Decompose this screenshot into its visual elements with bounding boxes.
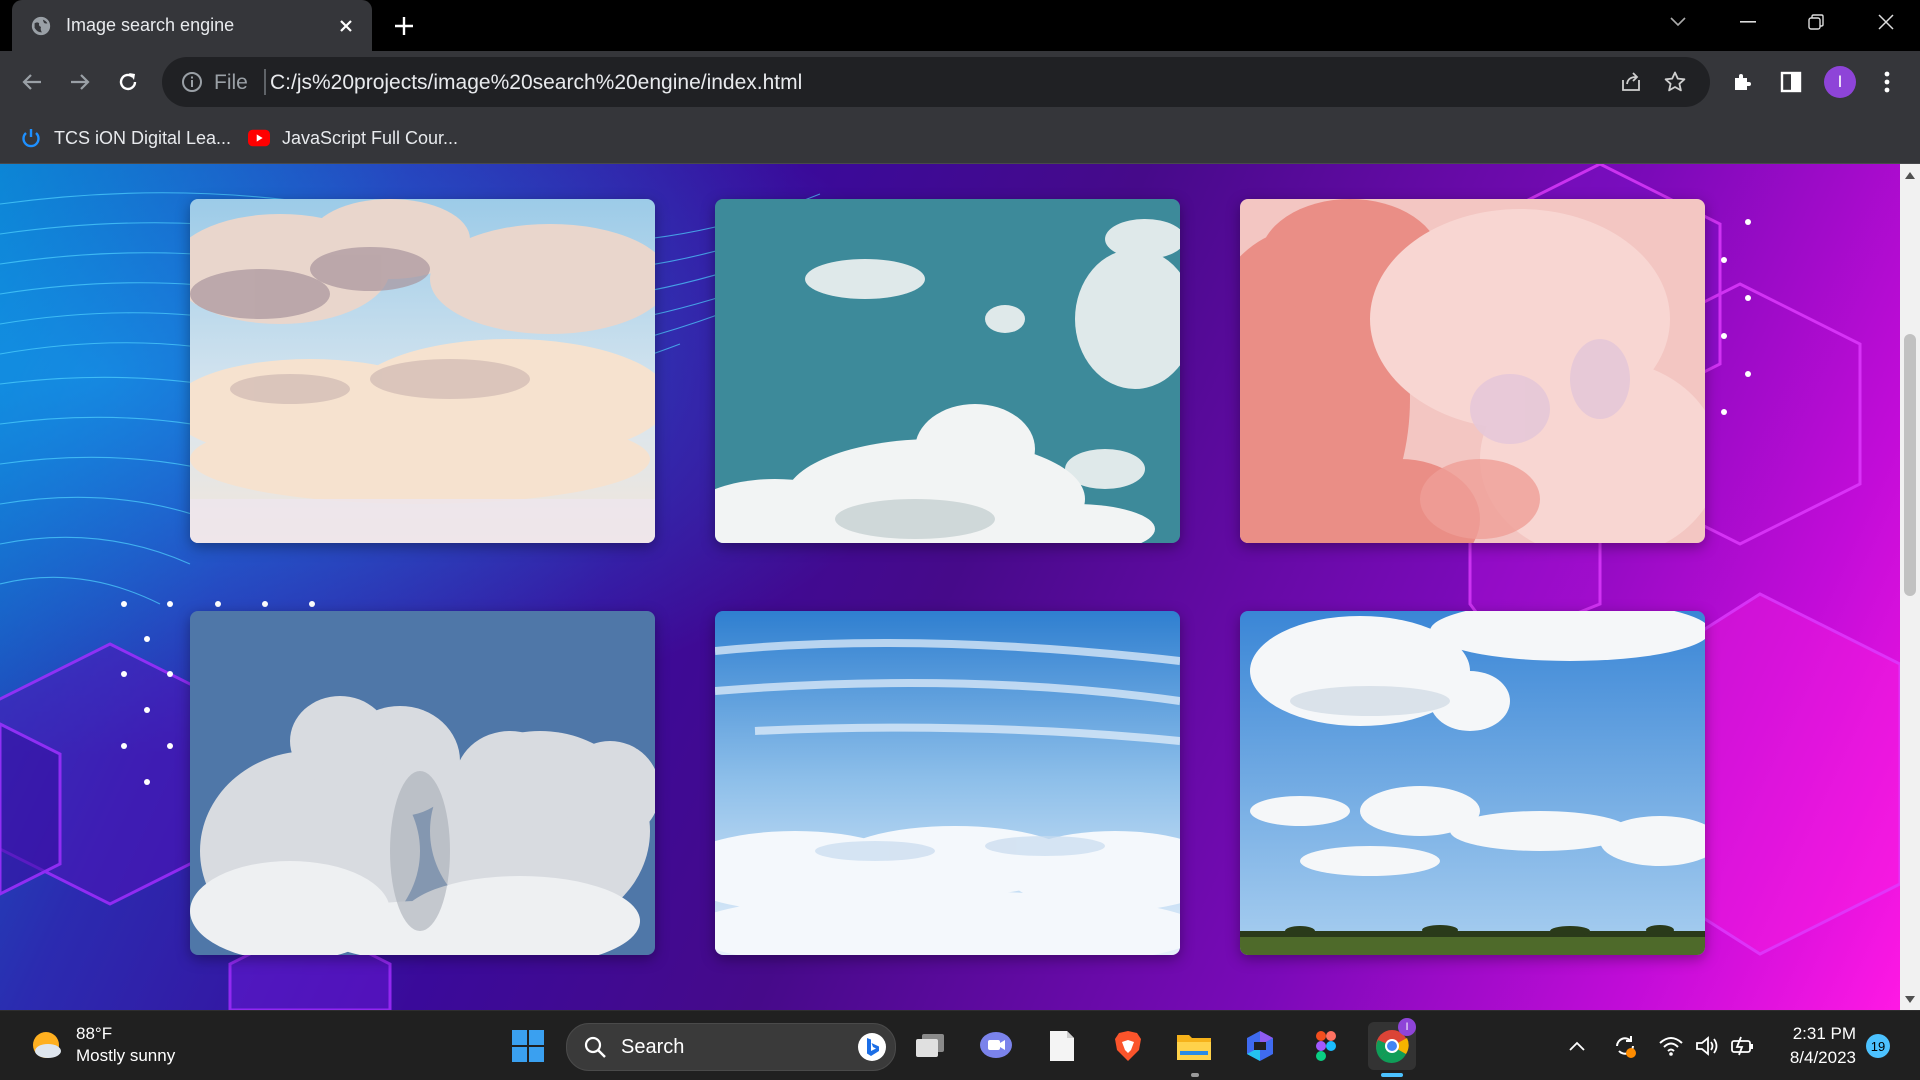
address-divider xyxy=(264,69,266,95)
cloud-image-3 xyxy=(1240,199,1705,543)
page-scrollbar[interactable] xyxy=(1900,164,1920,1010)
image-card-3[interactable] xyxy=(1240,199,1705,543)
sync-update-icon[interactable] xyxy=(1612,1033,1638,1059)
chrome-active-indicator xyxy=(1381,1073,1403,1077)
scroll-up-arrow-icon[interactable] xyxy=(1905,170,1915,180)
copilot-icon[interactable] xyxy=(1236,1022,1284,1070)
profile-avatar[interactable]: I xyxy=(1824,66,1856,98)
brave-browser-icon[interactable] xyxy=(1104,1022,1152,1070)
close-window-button[interactable] xyxy=(1852,0,1920,44)
image-card-6[interactable] xyxy=(1240,611,1705,955)
bookmark-label: TCS iON Digital Lea... xyxy=(54,127,232,148)
new-tab-button[interactable] xyxy=(390,12,418,40)
tab-image-search-engine[interactable]: Image search engine xyxy=(12,0,372,51)
bing-icon[interactable] xyxy=(857,1032,887,1062)
windows-taskbar: 88°F Mostly sunny Search I 2:31 PM 8/4/2… xyxy=(0,1010,1920,1080)
volume-icon[interactable] xyxy=(1694,1033,1720,1059)
close-tab-icon[interactable] xyxy=(334,14,358,38)
scroll-down-arrow-icon[interactable] xyxy=(1905,994,1915,1004)
notepad-icon[interactable] xyxy=(1038,1022,1086,1070)
image-card-1[interactable] xyxy=(190,199,655,543)
extensions-puzzle-icon[interactable] xyxy=(1728,67,1758,97)
youtube-icon xyxy=(248,127,270,149)
power-icon xyxy=(20,127,42,149)
scrollbar-thumb[interactable] xyxy=(1904,334,1916,596)
teams-chat-icon[interactable] xyxy=(972,1022,1020,1070)
image-card-2[interactable] xyxy=(715,199,1180,543)
address-bar[interactable]: File C:/js%20projects/image%20search%20e… xyxy=(162,57,1710,107)
clock-date: 8/4/2023 xyxy=(1789,1048,1856,1067)
side-panel-icon[interactable] xyxy=(1776,67,1806,97)
task-view-button[interactable] xyxy=(906,1022,954,1070)
system-clock[interactable]: 2:31 PM 8/4/2023 xyxy=(1776,1022,1856,1070)
bookmark-tcs-ion[interactable]: TCS iON Digital Lea... xyxy=(20,123,231,153)
share-icon[interactable] xyxy=(1618,69,1644,95)
chrome-icon[interactable]: I xyxy=(1368,1018,1416,1070)
forward-button[interactable] xyxy=(62,64,98,100)
address-scheme: File xyxy=(214,71,248,94)
notification-badge[interactable]: 19 xyxy=(1866,1034,1890,1058)
tab-search-chevron-icon[interactable] xyxy=(1644,0,1712,44)
weather-widget[interactable]: 88°F Mostly sunny xyxy=(28,1023,175,1067)
weather-description: Mostly sunny xyxy=(76,1046,176,1065)
tab-title: Image search engine xyxy=(66,15,235,35)
restore-button[interactable] xyxy=(1782,0,1850,44)
file-explorer-icon[interactable] xyxy=(1170,1022,1218,1070)
reload-button[interactable] xyxy=(110,64,146,100)
battery-charging-icon[interactable] xyxy=(1730,1033,1756,1059)
minimize-button[interactable] xyxy=(1714,0,1782,44)
back-button[interactable] xyxy=(14,64,50,100)
cloud-image-5 xyxy=(715,611,1180,955)
figma-icon[interactable] xyxy=(1302,1022,1350,1070)
address-url[interactable]: C:/js%20projects/image%20search%20engine… xyxy=(270,71,802,95)
bookmark-javascript-course[interactable]: JavaScript Full Cour... xyxy=(248,123,458,153)
cloud-image-6 xyxy=(1240,611,1705,955)
page-viewport xyxy=(0,164,1900,1010)
info-icon[interactable] xyxy=(180,70,204,94)
browser-toolbar: File C:/js%20projects/image%20search%20e… xyxy=(0,51,1920,113)
wifi-icon[interactable] xyxy=(1658,1033,1684,1059)
start-button[interactable] xyxy=(504,1022,552,1070)
menu-kebab-icon[interactable] xyxy=(1872,67,1902,97)
bookmarks-bar: TCS iON Digital Lea... JavaScript Full C… xyxy=(0,113,1920,164)
image-card-5[interactable] xyxy=(715,611,1180,955)
partly-sunny-icon xyxy=(33,1032,61,1058)
search-placeholder: Search xyxy=(621,1036,685,1058)
image-card-4[interactable] xyxy=(190,611,655,955)
weather-temperature: 88°F xyxy=(76,1024,113,1043)
clock-time: 2:31 PM xyxy=(1792,1024,1856,1043)
chrome-profile-badge: I xyxy=(1398,1018,1416,1036)
show-hidden-icons-chevron-icon[interactable] xyxy=(1564,1033,1590,1059)
cloud-image-2 xyxy=(715,199,1180,543)
cloud-image-1 xyxy=(190,199,655,543)
search-icon xyxy=(584,1036,606,1058)
file-explorer-running-indicator xyxy=(1191,1073,1199,1077)
tab-strip: Image search engine xyxy=(0,0,1920,51)
bookmark-star-icon[interactable] xyxy=(1662,69,1688,95)
cloud-image-4 xyxy=(190,611,655,955)
taskbar-search[interactable]: Search xyxy=(566,1023,896,1071)
bookmark-label: JavaScript Full Cour... xyxy=(282,127,459,148)
globe-icon xyxy=(31,16,51,35)
